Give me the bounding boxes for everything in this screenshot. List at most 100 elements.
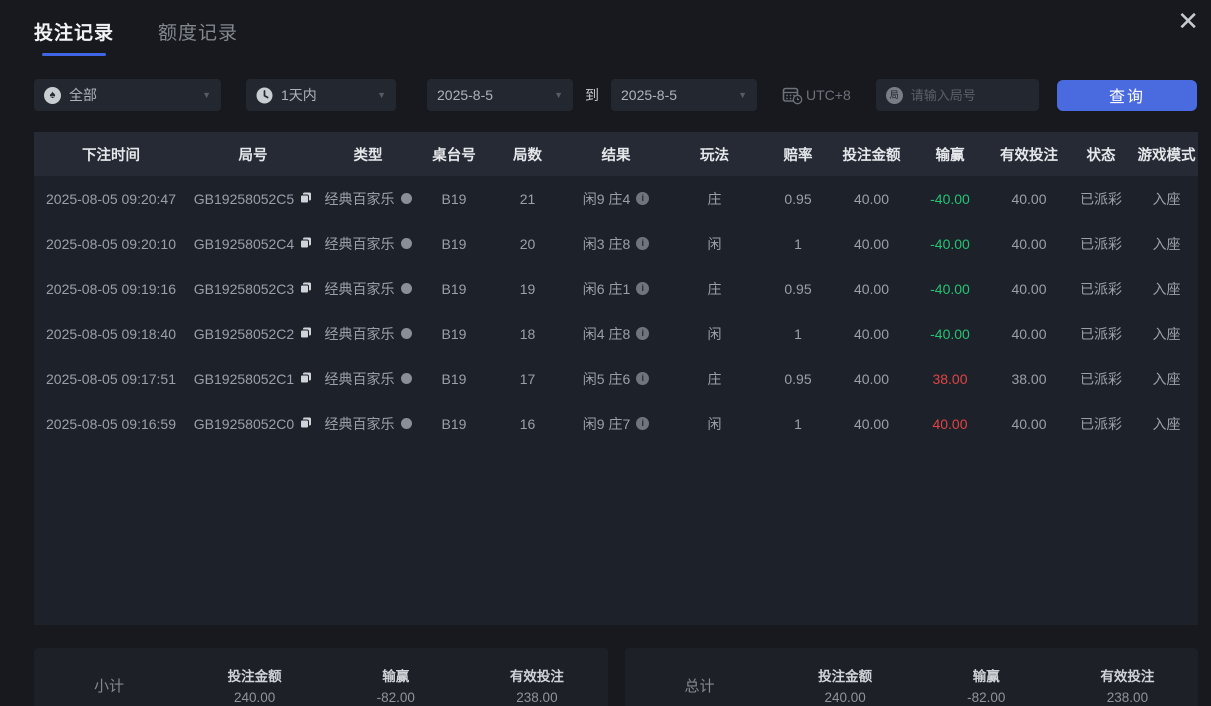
round-number: 21 (519, 190, 536, 207)
bet-amount: 40.00 (853, 280, 890, 297)
bet-amount: 40.00 (853, 325, 890, 342)
chevron-down-icon: ▼ (738, 90, 747, 100)
game-type-cell: 经典百家乐 (318, 221, 418, 266)
status: 已派彩 (1080, 325, 1122, 342)
summary-bar: 小计 投注金额 240.00 输赢 -82.00 有效投注 238.00 总计 … (34, 648, 1198, 706)
column-header: 状态 (1067, 132, 1135, 176)
round-number: 19 (519, 280, 536, 297)
info-icon[interactable]: i (636, 327, 650, 340)
win-loss-value: 40.00 (932, 415, 968, 432)
subtotal-panel: 小计 投注金额 240.00 输赢 -82.00 有效投注 238.00 (34, 648, 608, 706)
round-number: 17 (519, 370, 536, 387)
column-header: 局数 (490, 132, 565, 176)
info-icon[interactable]: i (636, 237, 650, 250)
table-row: 2025-08-05 09:19:16 GB19258052C3 经典百家乐 B… (34, 266, 1198, 311)
tab-quota-records[interactable]: 额度记录 (158, 18, 238, 56)
copy-icon[interactable] (300, 236, 312, 252)
stat-label: 有效投注 (509, 669, 564, 684)
odds: 0.95 (784, 190, 812, 207)
round-id: GB19258052C2 (193, 325, 295, 342)
valid-bet: 40.00 (1011, 235, 1047, 252)
date-to-value: 2025-8-5 (621, 87, 678, 103)
play-type: 闲 (707, 415, 722, 432)
table-number: B19 (441, 235, 467, 252)
column-header: 游戏模式 (1135, 132, 1198, 176)
game-mode: 入座 (1152, 235, 1181, 252)
round-id-cell: GB19258052C0 (188, 401, 318, 446)
round-number: 20 (519, 235, 536, 252)
column-header: 玩法 (667, 132, 762, 176)
clock-icon (256, 87, 273, 104)
info-icon[interactable]: i (636, 417, 650, 430)
filter-bar: ♠ 全部 ▼ 1天内 ▼ 2025-8-5 ▼ 到 2025-8-5 ▼ UTC… (34, 79, 1197, 111)
game-type-cell: 经典百家乐 (318, 266, 418, 311)
total-label: 总计 (684, 678, 715, 695)
result-cell: 闲3 庄8 i (565, 221, 667, 266)
time-range-value: 1天内 (281, 87, 317, 103)
game-type: 经典百家乐 (324, 370, 395, 387)
win-loss-cell: 40.00 (909, 401, 991, 446)
date-from-dropdown[interactable]: 2025-8-5 ▼ (427, 79, 573, 111)
game-mode: 入座 (1152, 370, 1181, 387)
status: 已派彩 (1080, 370, 1122, 387)
round-search-field[interactable]: 局 (875, 79, 1039, 111)
game-type-dropdown[interactable]: ♠ 全部 ▼ (34, 79, 221, 111)
result: 闲9 庄4 (582, 190, 631, 207)
game-type: 经典百家乐 (324, 190, 395, 207)
copy-icon[interactable] (300, 326, 312, 342)
game-mode: 入座 (1152, 415, 1181, 432)
result: 闲5 庄6 (582, 370, 631, 387)
win-loss-value: -40.00 (930, 325, 970, 342)
result-cell: 闲5 庄6 i (565, 356, 667, 401)
table-number: B19 (441, 280, 467, 297)
result: 闲4 庄8 (582, 325, 631, 342)
valid-bet: 40.00 (1011, 280, 1047, 297)
copy-icon[interactable] (300, 371, 312, 387)
stat-label: 投注金额 (227, 669, 282, 684)
column-header: 投注金额 (834, 132, 909, 176)
win-loss-value: -40.00 (930, 280, 970, 297)
column-header: 桌台号 (418, 132, 490, 176)
info-icon[interactable]: i (636, 372, 650, 385)
date-to-dropdown[interactable]: 2025-8-5 ▼ (611, 79, 757, 111)
to-label: 到 (585, 87, 599, 103)
column-header: 输赢 (909, 132, 991, 176)
game-mode: 入座 (1152, 325, 1181, 342)
odds: 1 (794, 325, 802, 342)
stat-label: 投注金额 (818, 669, 873, 684)
bet-time: 2025-08-05 09:18:40 (46, 325, 176, 342)
date-from-value: 2025-8-5 (437, 87, 494, 103)
play-type: 庄 (707, 190, 722, 207)
status: 已派彩 (1080, 235, 1122, 252)
win-loss-cell: -40.00 (909, 176, 991, 221)
stat-label: 有效投注 (1100, 669, 1155, 684)
info-icon[interactable]: i (636, 282, 650, 295)
win-loss-value: -40.00 (930, 235, 970, 252)
bet-time: 2025-08-05 09:16:59 (46, 415, 176, 432)
round-number-input[interactable] (910, 87, 1029, 103)
copy-icon[interactable] (300, 281, 312, 297)
table-header-row: 下注时间 局号 类型 桌台号 局数 结果 玩法 赔率 投注金额 输赢 有效投注 … (34, 132, 1198, 176)
win-loss-value: -40.00 (930, 190, 970, 207)
info-icon[interactable]: i (636, 192, 650, 205)
time-range-dropdown[interactable]: 1天内 ▼ (246, 79, 396, 111)
round-id: GB19258052C3 (193, 280, 295, 297)
round-id: GB19258052C0 (193, 415, 295, 432)
round-id: GB19258052C5 (193, 190, 295, 207)
win-loss-value: 38.00 (932, 370, 968, 387)
stat-value: 238.00 (516, 690, 558, 705)
close-icon[interactable]: ✕ (1171, 6, 1205, 36)
game-logo-icon (400, 238, 412, 249)
query-button[interactable]: 查询 (1057, 79, 1197, 111)
copy-icon[interactable] (300, 191, 312, 207)
game-logo-icon (400, 418, 412, 429)
round-id: GB19258052C4 (193, 235, 295, 252)
copy-icon[interactable] (300, 416, 312, 432)
game-type-cell: 经典百家乐 (318, 311, 418, 356)
tab-bet-records[interactable]: 投注记录 (34, 18, 114, 56)
subtotal-label: 小计 (93, 678, 124, 695)
game-type-cell: 经典百家乐 (318, 176, 418, 221)
game-type-cell: 经典百家乐 (318, 356, 418, 401)
status: 已派彩 (1080, 190, 1122, 207)
bet-amount: 40.00 (853, 370, 890, 387)
